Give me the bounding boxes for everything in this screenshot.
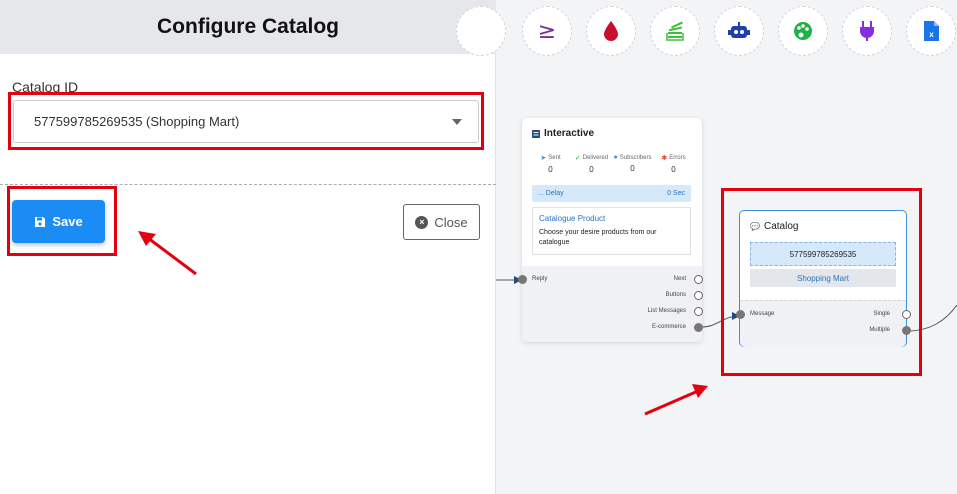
product-description: Choose your desire products from our cat… [539, 229, 657, 246]
stat-value: 0 [589, 165, 594, 174]
interactive-title-label: Interactive [544, 128, 595, 139]
stat-subscribers: ● Subscribers 0 [612, 154, 653, 174]
close-label: Close [434, 214, 468, 230]
output-port-next[interactable] [694, 275, 703, 284]
send-icon: ➤ [540, 155, 547, 162]
bug-icon: ✱ [661, 155, 668, 162]
highlight-box-save [7, 186, 117, 256]
highlight-box-catalog-node [721, 188, 922, 376]
stat-sent: ➤ Sent 0 [530, 154, 571, 174]
output-port-buttons[interactable] [694, 291, 703, 300]
stats-row: ➤ Sent 0 ✓ Delivered 0 ● Subscribers 0 ✱ Err… [530, 154, 694, 174]
check-circle-icon: ✓ [574, 155, 581, 162]
interactive-icon [532, 129, 540, 138]
output-port-list-messages[interactable] [694, 307, 703, 316]
close-icon: × [415, 215, 429, 229]
catalogue-product-box[interactable]: Catalogue Product Choose your desire pro… [532, 207, 691, 255]
stat-label: Errors [669, 155, 686, 161]
stat-label: Sent [548, 155, 561, 161]
stat-label: Delivered [582, 155, 609, 161]
interactive-node[interactable]: Interactive ➤ Sent 0 ✓ Delivered 0 ● Subscr… [518, 118, 703, 342]
delay-value: 0 Sec [667, 190, 685, 197]
divider [0, 184, 496, 185]
output-label-next: Next [673, 276, 686, 282]
stat-label: Subscribers [619, 154, 652, 161]
panel-title: Configure Catalog [157, 15, 339, 38]
output-port-ecommerce[interactable] [694, 323, 703, 332]
delay-label: ... Delay [538, 190, 564, 197]
user-circle-icon: ● [613, 154, 618, 161]
output-label-buttons: Buttons [665, 292, 686, 298]
output-label-ecommerce: E-commerce [651, 324, 686, 330]
delay-bar[interactable]: ... Delay 0 Sec [532, 185, 691, 202]
stat-errors: ✱ Errors 0 [653, 154, 694, 174]
stat-value: 0 [548, 165, 553, 174]
input-port-label: Reply [532, 276, 548, 282]
interactive-node-title: Interactive [532, 128, 594, 139]
app-root: Configure Catalog Catalog ID 57759978526… [0, 0, 957, 494]
interactive-node-ports: Reply Next Buttons List Messages E-comme… [518, 266, 703, 342]
highlight-box-select [8, 92, 484, 150]
close-button[interactable]: × Close [403, 204, 480, 240]
stat-value: 0 [671, 165, 676, 174]
stat-value: 0 [630, 164, 635, 173]
product-title: Catalogue Product [539, 214, 606, 223]
input-port[interactable] [518, 275, 527, 284]
output-label-list-messages: List Messages [647, 308, 686, 314]
stat-delivered: ✓ Delivered 0 [571, 154, 612, 174]
configure-catalog-panel: Configure Catalog Catalog ID 57759978526… [0, 0, 496, 494]
panel-header: Configure Catalog [0, 0, 496, 54]
flow-canvas[interactable]: ≥ x Interactive ➤ Sent 0 ✓ Delivered 0 ●… [456, 0, 957, 494]
